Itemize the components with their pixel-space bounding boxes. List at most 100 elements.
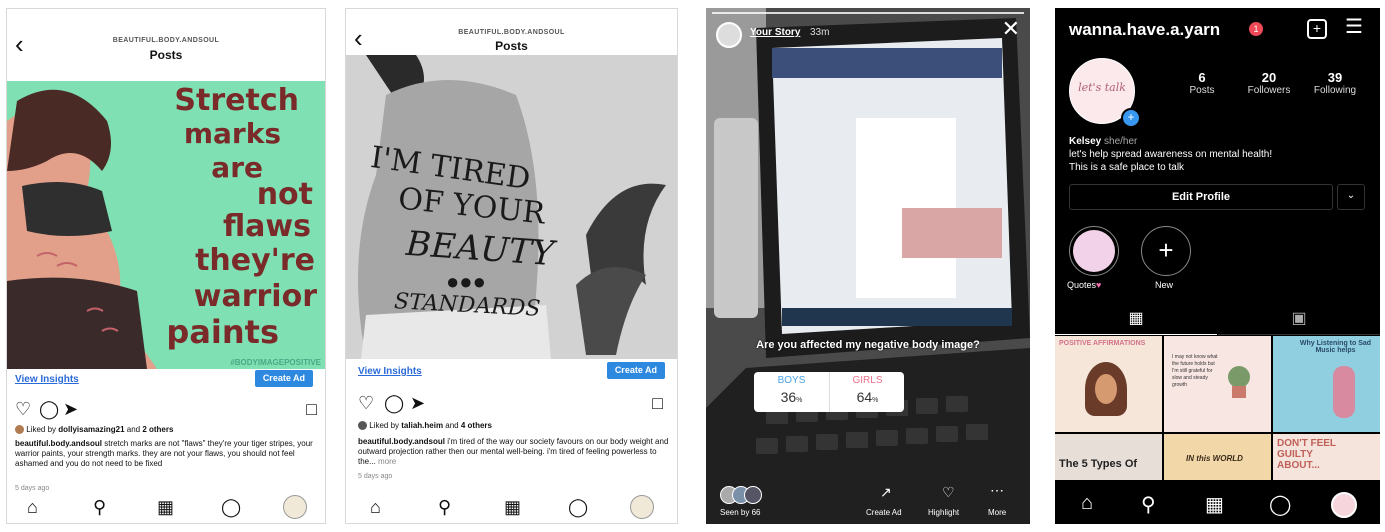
laptop-photo (706, 8, 1030, 524)
tile-text: IN this WORLD (1186, 454, 1243, 463)
account-name: BEAUTIFUL.BODY.ANDSOUL (458, 29, 565, 36)
liked-mid: and (443, 421, 461, 430)
post-image[interactable]: Stretch marks are not flaws they're warr… (7, 81, 325, 369)
bookmark-icon[interactable]: □ (652, 393, 663, 413)
profile-avatar-icon[interactable] (630, 495, 654, 519)
search-icon[interactable]: ⚲ (1141, 492, 1156, 517)
liked-user[interactable]: taliah.heim (401, 421, 443, 430)
stat-count: 6 (1198, 70, 1206, 85)
stat-label: Posts (1189, 85, 1215, 96)
highlight-icon[interactable]: ♡ (942, 484, 955, 501)
heart-icon[interactable]: ♡ (358, 393, 374, 413)
more-label[interactable]: More (988, 508, 1006, 517)
profile-avatar-icon[interactable] (283, 495, 307, 519)
highlight-label: Quotes♥ (1067, 280, 1101, 290)
stat-followers[interactable]: 20 Followers (1239, 70, 1299, 96)
share-icon[interactable]: ➤ (63, 399, 78, 419)
notification-badge[interactable]: 1 (1249, 22, 1263, 36)
grid-tile[interactable]: I may not know what the future holds but… (1164, 336, 1271, 432)
tab-tagged[interactable]: ▣ (1218, 304, 1380, 335)
home-icon[interactable]: ⌂ (1081, 492, 1093, 515)
stat-label: Following (1313, 85, 1357, 96)
grid-tile[interactable]: Why Listening to Sad Music helps (1273, 336, 1380, 432)
home-icon[interactable]: ⌂ (27, 497, 38, 517)
shop-icon[interactable]: ◯ (1269, 492, 1291, 517)
reels-icon[interactable]: ▦ (1205, 492, 1224, 517)
comment-icon[interactable]: ◯ (39, 399, 59, 419)
caption-user[interactable]: beautiful.body.andsoul (358, 437, 445, 446)
poster-line: paints (166, 313, 279, 351)
poll-option-label: GIRLS (852, 375, 883, 386)
more-link[interactable]: more (378, 457, 396, 466)
grid-tile[interactable]: IN this WORLD (1164, 434, 1271, 480)
liked-avatar (15, 425, 24, 435)
bio-line: This is a safe place to talk (1069, 162, 1185, 173)
share-icon[interactable]: ➤ (410, 393, 425, 413)
highlight-new[interactable]: + (1141, 226, 1191, 276)
more-icon[interactable]: ⋯ (990, 482, 1004, 499)
poll-option-percent: 36% (754, 389, 829, 405)
search-icon[interactable]: ⚲ (93, 497, 106, 517)
bio-line: let's help spread awareness on mental he… (1069, 149, 1273, 160)
post-time: 5 days ago (15, 485, 50, 492)
highlight-label[interactable]: Highlight (928, 508, 959, 517)
view-insights-link[interactable]: View Insights (358, 366, 422, 377)
insight-bar: View Insights Create Ad (7, 369, 325, 393)
create-ad-button[interactable]: Create Ad (606, 362, 665, 379)
liked-by-text: Liked by taliah.heim and 4 others (358, 421, 669, 431)
reels-icon[interactable]: ▦ (157, 497, 174, 517)
shop-icon[interactable]: ◯ (221, 497, 241, 517)
seen-by-text[interactable]: Seen by 66 (720, 508, 760, 517)
poster-line: are (211, 151, 263, 184)
viewer-avatars[interactable] (720, 486, 764, 504)
bookmark-icon[interactable]: □ (306, 399, 317, 419)
poll-option-girls[interactable]: GIRLS 64% (829, 372, 905, 412)
close-icon[interactable]: ✕ (1002, 18, 1020, 40)
post-image[interactable]: I'M TIRED OF YOUR BEAUTY ●●● STANDARDS (346, 55, 677, 359)
tile-figure (1333, 366, 1355, 418)
suggestions-dropdown-button[interactable]: ⌄ (1337, 184, 1365, 210)
add-post-icon[interactable]: + (1307, 19, 1327, 39)
search-icon[interactable]: ⚲ (438, 497, 451, 517)
edit-profile-button[interactable]: Edit Profile (1069, 184, 1333, 210)
heart-icon[interactable]: ♡ (15, 399, 31, 419)
profile-avatar-icon[interactable] (1331, 492, 1357, 518)
grid-tile[interactable]: POSITIVE AFFIRMATIONS (1055, 336, 1162, 432)
liked-others[interactable]: 2 others (142, 425, 173, 434)
reels-icon[interactable]: ▦ (504, 497, 521, 517)
trend-icon[interactable]: ↗ (880, 484, 892, 501)
tab-grid[interactable]: ▦ (1055, 304, 1217, 335)
liked-user[interactable]: dollyisamazing21 (58, 425, 124, 434)
poll-sticker[interactable]: BOYS 36% GIRLS 64% (754, 372, 904, 412)
story-avatar[interactable] (716, 22, 742, 48)
profile-screen: wanna.have.a.yarn 1 + ☰ let's talk + 6 P… (1055, 8, 1380, 524)
add-story-plus-icon[interactable]: + (1121, 108, 1141, 128)
shop-icon[interactable]: ◯ (568, 497, 588, 517)
story-label[interactable]: Your Story (750, 27, 800, 38)
post-screen-stretch-marks: ‹ BEAUTIFUL.BODY.ANDSOUL Posts Stretch m… (6, 8, 326, 524)
menu-icon[interactable]: ☰ (1345, 16, 1363, 38)
grid-tile[interactable]: The 5 Types Of (1055, 434, 1162, 480)
posts-grid: POSITIVE AFFIRMATIONS I may not know wha… (1055, 336, 1380, 480)
tile-face-skin (1095, 374, 1117, 404)
story-time: 33m (810, 27, 830, 38)
stat-following[interactable]: 39 Following (1305, 70, 1365, 96)
create-ad-button[interactable]: Create Ad (254, 370, 313, 387)
comment-icon[interactable]: ◯ (384, 393, 404, 413)
caption-user[interactable]: beautiful.body.andsoul (15, 439, 102, 448)
profile-username[interactable]: wanna.have.a.yarn (1069, 20, 1220, 40)
highlight-thumb (1073, 230, 1115, 272)
bottom-nav: ⌂ ⚲ ▦ ◯ (1055, 484, 1380, 524)
body-text-dots: ●●● (446, 269, 486, 294)
view-insights-link[interactable]: View Insights (15, 374, 79, 385)
poll-option-boys[interactable]: BOYS 36% (754, 372, 829, 412)
stat-posts[interactable]: 6 Posts (1177, 70, 1227, 96)
hashtag-text: #BODYIMAGEPOSITIVE (230, 358, 321, 367)
create-ad-label[interactable]: Create Ad (866, 508, 902, 517)
grid-tile[interactable]: DON'T FEEL GUILTY ABOUT... (1273, 434, 1380, 480)
highlight-quotes[interactable] (1069, 226, 1119, 276)
profile-pronouns: she/her (1104, 136, 1138, 147)
home-icon[interactable]: ⌂ (370, 497, 381, 517)
liked-others[interactable]: 4 others (461, 421, 492, 430)
profile-name: Kelsey (1069, 136, 1102, 147)
